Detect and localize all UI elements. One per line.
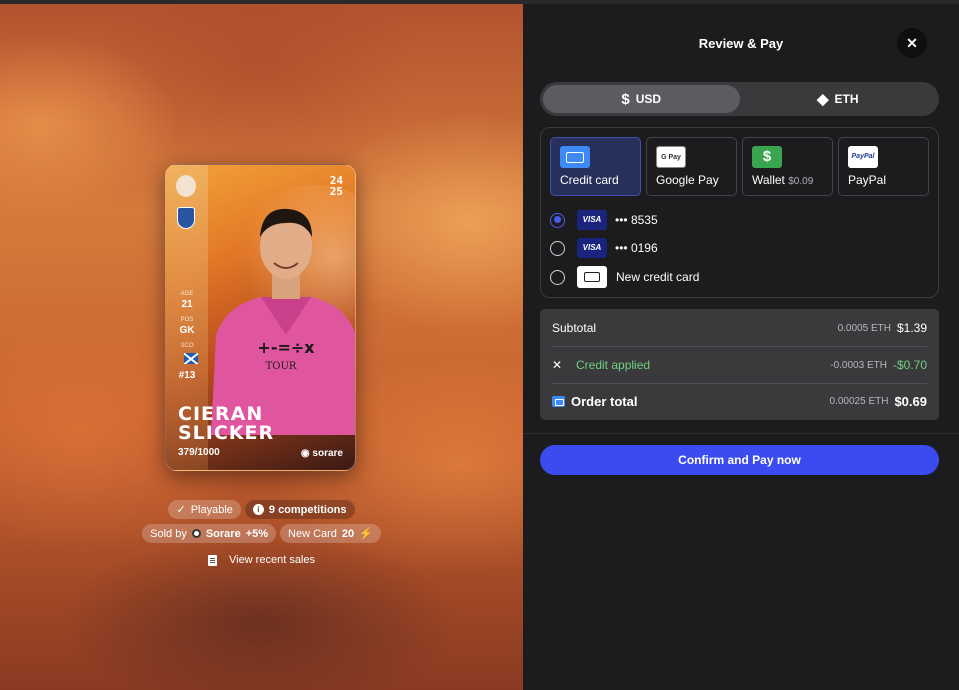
position-label: POS <box>180 317 194 323</box>
close-icon: ✕ <box>906 35 918 51</box>
review-pay-panel: Review & Pay ✕ $ USD ◆ ETH Credit card G… <box>523 4 959 690</box>
saved-card-8535[interactable]: VISA ••• 8535 <box>550 208 658 232</box>
divider <box>552 383 927 384</box>
player-card[interactable]: +-=÷x TOUR 24 25 AGE 21 POS GK SCO #13 C… <box>165 164 356 471</box>
method-paypal[interactable]: PayPal PayPal <box>838 137 929 196</box>
dollar-icon: $ <box>621 90 630 108</box>
radio-unselected[interactable] <box>550 269 565 285</box>
svg-text:TOUR: TOUR <box>266 361 297 372</box>
player-portrait: +-=÷x TOUR <box>211 208 355 435</box>
currency-toggle: $ USD ◆ ETH <box>540 82 939 116</box>
confirm-pay-button[interactable]: Confirm and Pay now <box>540 445 939 475</box>
wallet-balance: $0.09 <box>788 176 814 187</box>
card-season: 24 25 <box>329 174 343 198</box>
card-badges-row-2: Sold by Sorare +5% New Card 20 ⚡ <box>0 524 523 543</box>
radio-selected[interactable] <box>550 212 565 228</box>
player-name: CIERAN SLICKER <box>178 403 275 444</box>
age-label: AGE <box>180 291 194 297</box>
playable-badge: ✓ Playable <box>168 500 241 519</box>
credit-row: ✕ Credit applied -0.0003 ETH -$0.70 <box>552 358 927 372</box>
google-pay-icon: G Pay <box>656 146 686 168</box>
order-total-row: Order total 0.00025 ETH $0.69 <box>552 394 927 409</box>
check-icon: ✓ <box>176 504 186 516</box>
new-credit-card-option[interactable]: New credit card <box>550 265 699 289</box>
panel-title: Review & Pay <box>698 36 784 51</box>
divider <box>523 433 959 434</box>
tab-usd[interactable]: $ USD <box>543 85 740 113</box>
sorare-brand: ◉ sorare <box>300 448 343 459</box>
remove-credit-icon[interactable]: ✕ <box>552 358 564 372</box>
level-value: 20 <box>341 527 355 540</box>
scotland-flag-icon <box>184 353 198 364</box>
nationality-label: SCO <box>180 343 194 349</box>
visa-icon: VISA <box>577 238 607 258</box>
radio-unselected[interactable] <box>550 240 565 256</box>
premier-league-logo <box>176 175 196 197</box>
document-icon <box>207 554 217 566</box>
wallet-dollar-icon: $ <box>752 146 782 168</box>
saved-card-0196[interactable]: VISA ••• 0196 <box>550 236 658 260</box>
payment-methods: Credit card G Pay Google Pay $ Wallet $0… <box>540 127 939 298</box>
age-value: 21 <box>181 299 193 310</box>
method-credit-card[interactable]: Credit card <box>550 137 641 196</box>
sorare-logo-icon <box>191 529 201 538</box>
view-recent-sales-link[interactable]: View recent sales <box>0 554 523 566</box>
position-value: GK <box>179 325 195 336</box>
lightning-icon: ⚡ <box>359 528 373 540</box>
method-wallet[interactable]: $ Wallet $0.09 <box>742 137 833 196</box>
credit-card-icon <box>552 396 565 407</box>
ethereum-icon: ◆ <box>816 91 829 108</box>
card-serial: 379/1000 <box>178 447 220 458</box>
new-card-badge: New Card 20 ⚡ <box>280 524 381 543</box>
close-button[interactable]: ✕ <box>897 28 927 58</box>
fee-badge: +5% <box>245 527 269 540</box>
visa-icon: VISA <box>577 210 607 230</box>
divider <box>552 346 927 347</box>
tab-eth[interactable]: ◆ ETH <box>740 85 937 113</box>
card-badges-row-1: ✓ Playable i 9 competitions <box>0 500 523 519</box>
sold-by-badge: Sold by Sorare +5% <box>142 524 277 543</box>
club-crest-icon <box>177 207 195 229</box>
info-icon: i <box>252 504 264 515</box>
shirt-number: #13 <box>178 370 196 381</box>
order-summary: Subtotal 0.0005 ETH $1.39 ✕ Credit appli… <box>540 309 939 420</box>
credit-card-icon <box>560 146 590 168</box>
svg-text:+-=÷x: +-=÷x <box>257 338 315 357</box>
competitions-badge[interactable]: i 9 competitions <box>244 500 355 519</box>
new-card-icon <box>577 266 607 288</box>
subtotal-row: Subtotal 0.0005 ETH $1.39 <box>552 321 927 335</box>
card-preview-area: +-=÷x TOUR 24 25 AGE 21 POS GK SCO #13 C… <box>0 4 523 690</box>
paypal-icon: PayPal <box>848 146 878 168</box>
method-google-pay[interactable]: G Pay Google Pay <box>646 137 737 196</box>
